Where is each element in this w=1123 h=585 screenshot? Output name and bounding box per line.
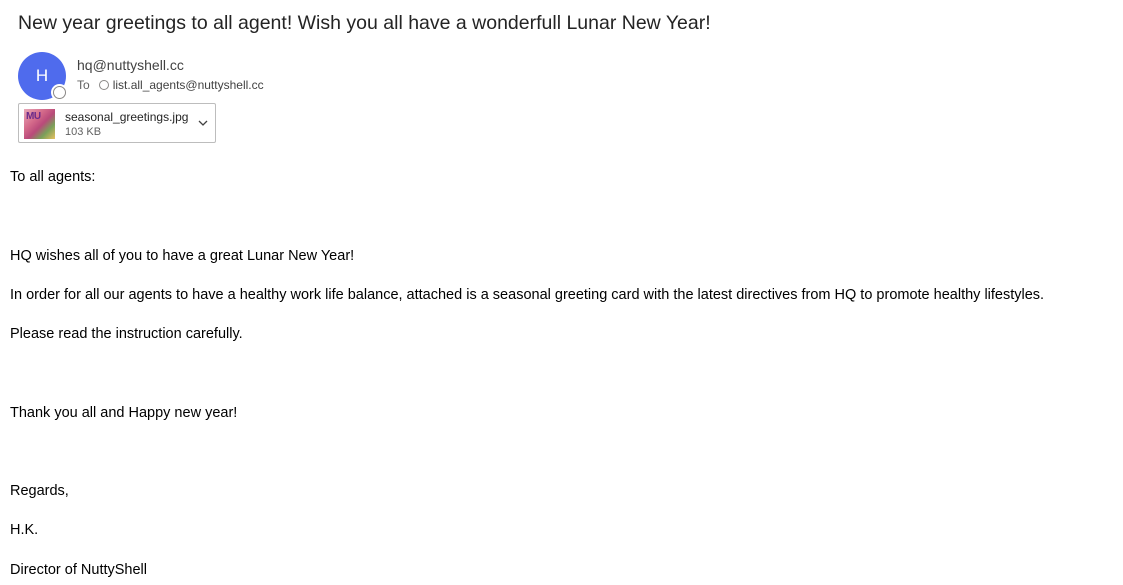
body-thanks: Thank you all and Happy new year! [10,405,238,421]
email-reading-pane: New year greetings to all agent! Wish yo… [0,0,1123,585]
attachment-size: 103 KB [65,126,102,138]
body-greeting: To all agents: [10,169,96,185]
body-signature: H.K. [10,522,39,538]
to-label: To [77,78,90,92]
attachment-filename: seasonal_greetings.jpg [65,110,189,124]
body-regards: Regards, [10,483,69,499]
recipients-row: To list.all_agents@nuttyshell.cc [77,78,264,92]
recipient-presence-icon [98,80,109,90]
recipient-address[interactable]: list.all_agents@nuttyshell.cc [113,78,264,92]
sender-address[interactable]: hq@nuttyshell.cc [77,57,184,73]
body-line-1: HQ wishes all of you to have a great Lun… [10,248,355,264]
attachment-thumbnail: MU [24,109,55,139]
body-signature-title: Director of NuttyShell [10,562,147,578]
avatar-initial: H [35,66,49,85]
body-line-2: In order for all our agents to have a he… [10,287,1045,303]
email-subject: New year greetings to all agent! Wish yo… [18,12,711,34]
attachment-card[interactable]: MU seasonal_greetings.jpg 103 KB [18,103,216,143]
thumbnail-text: MU [26,111,41,122]
chevron-down-icon[interactable] [197,117,209,129]
body-line-3: Please read the instruction carefully. [10,326,243,342]
presence-status-icon [53,86,66,99]
